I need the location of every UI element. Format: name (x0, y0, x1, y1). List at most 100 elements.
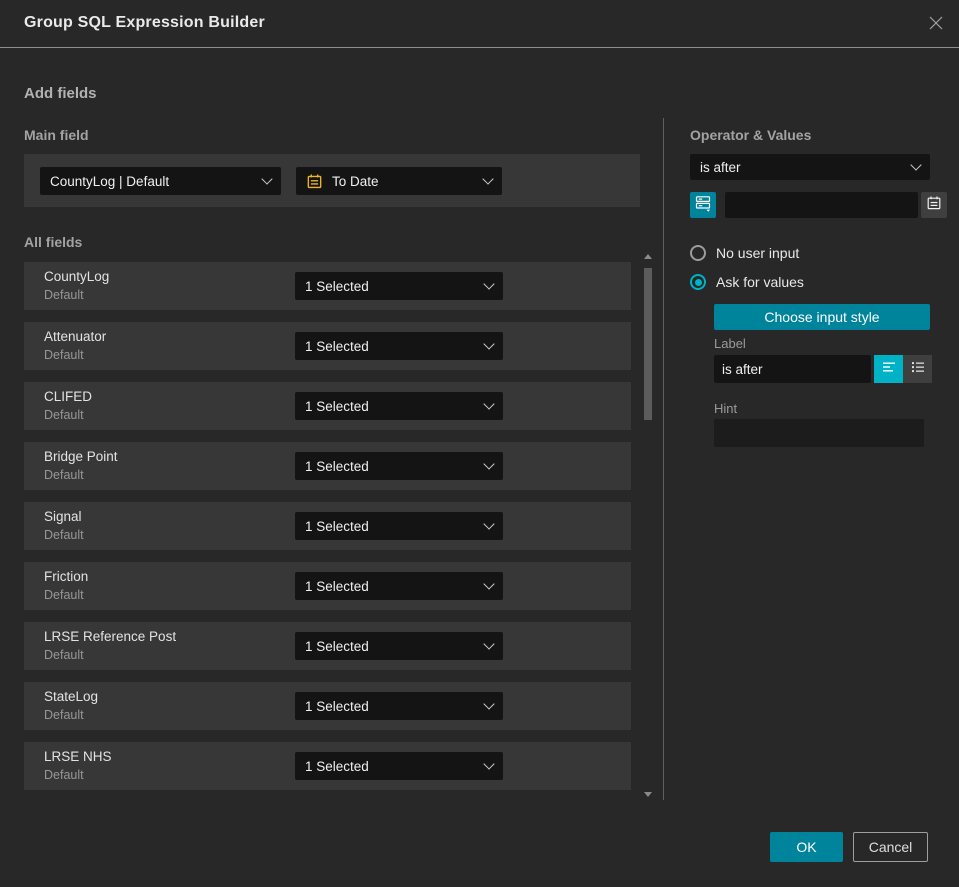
chevron-down-icon (483, 518, 495, 530)
field-row: StateLog Default 1 Selected (24, 682, 631, 730)
field-selected-dropdown[interactable]: 1 Selected (295, 632, 503, 660)
chevron-down-icon (482, 173, 494, 185)
bulleted-list-icon (910, 359, 926, 380)
all-fields-label: All fields (24, 234, 83, 250)
field-subtitle: Default (44, 588, 84, 602)
field-subtitle: Default (44, 408, 84, 422)
value-input[interactable] (725, 192, 918, 218)
field-selected-dropdown-label: 1 Selected (305, 638, 369, 654)
field-selected-dropdown[interactable]: 1 Selected (295, 752, 503, 780)
hint-field-label: Hint (714, 401, 738, 416)
title-bar: Group SQL Expression Builder (0, 0, 959, 48)
main-field-date-dropdown[interactable]: To Date (296, 167, 502, 195)
field-row: Friction Default 1 Selected (24, 562, 631, 610)
chevron-down-icon (483, 758, 495, 770)
radio-no-user-input[interactable]: No user input (690, 245, 799, 261)
chevron-down-icon (483, 698, 495, 710)
field-selected-dropdown-label: 1 Selected (305, 698, 369, 714)
field-name: LRSE NHS (44, 749, 112, 764)
scrollbar-thumb[interactable] (644, 268, 652, 420)
close-icon (927, 14, 945, 37)
field-subtitle: Default (44, 648, 84, 662)
field-name: LRSE Reference Post (44, 629, 177, 644)
operator-dropdown-label: is after (700, 159, 741, 175)
calendar-icon (926, 195, 942, 216)
group-sql-expression-builder-dialog: Group SQL Expression Builder Add fields … (0, 0, 959, 887)
label-row (714, 355, 932, 383)
field-row: Signal Default 1 Selected (24, 502, 631, 550)
field-selected-dropdown[interactable]: 1 Selected (295, 332, 503, 360)
cancel-button[interactable]: Cancel (853, 832, 928, 862)
field-subtitle: Default (44, 768, 84, 782)
field-row: CountyLog Default 1 Selected (24, 262, 631, 310)
list-scrollbar[interactable] (640, 250, 656, 802)
field-row: Bridge Point Default 1 Selected (24, 442, 631, 490)
stacked-values-icon (694, 194, 712, 217)
main-field-panel: CountyLog | Default To Date (24, 154, 640, 207)
list-style-toggle[interactable] (903, 355, 932, 383)
chevron-down-icon (483, 638, 495, 650)
input-style-toggle-group (874, 355, 932, 383)
calendar-icon (306, 173, 323, 190)
label-field-label: Label (714, 336, 746, 351)
radio-circle-icon (690, 245, 706, 261)
operator-values-label: Operator & Values (690, 127, 812, 143)
radio-ask-for-values[interactable]: Ask for values (690, 274, 804, 290)
field-row: LRSE Reference Post Default 1 Selected (24, 622, 631, 670)
field-row: Attenuator Default 1 Selected (24, 322, 631, 370)
field-selected-dropdown[interactable]: 1 Selected (295, 272, 503, 300)
scroll-up-arrow-icon[interactable] (644, 254, 652, 259)
field-selected-dropdown-label: 1 Selected (305, 338, 369, 354)
field-name: StateLog (44, 689, 99, 704)
field-row: LRSE NHS Default 1 Selected (24, 742, 631, 790)
field-selected-dropdown-label: 1 Selected (305, 278, 369, 294)
radio-no-user-input-label: No user input (716, 245, 800, 261)
main-field-source-dropdown[interactable]: CountyLog | Default (40, 167, 281, 195)
field-subtitle: Default (44, 468, 84, 482)
radio-circle-icon (690, 274, 706, 290)
field-row: CLIFED Default 1 Selected (24, 382, 631, 430)
chevron-down-icon (910, 159, 922, 171)
field-subtitle: Default (44, 708, 84, 722)
field-selected-dropdown-label: 1 Selected (305, 398, 369, 414)
label-input[interactable] (714, 355, 871, 383)
radio-ask-for-values-label: Ask for values (716, 274, 804, 290)
field-selected-dropdown[interactable]: 1 Selected (295, 512, 503, 540)
chevron-down-icon (483, 398, 495, 410)
calendar-picker-button[interactable] (921, 192, 947, 218)
single-line-style-toggle[interactable] (874, 355, 903, 383)
vertical-divider (663, 118, 664, 800)
chevron-down-icon (483, 458, 495, 470)
main-field-label: Main field (24, 127, 89, 143)
field-selected-dropdown[interactable]: 1 Selected (295, 572, 503, 600)
chevron-down-icon (483, 338, 495, 350)
scroll-down-arrow-icon[interactable] (644, 792, 652, 797)
field-selected-dropdown-label: 1 Selected (305, 518, 369, 534)
main-field-date-dropdown-label: To Date (332, 173, 379, 189)
ok-button[interactable]: OK (770, 832, 843, 862)
field-name: Bridge Point (44, 449, 118, 464)
choose-input-style-button[interactable]: Choose input style (714, 304, 930, 330)
field-name: Signal (44, 509, 82, 524)
align-left-icon (881, 359, 897, 380)
field-name: Attenuator (44, 329, 107, 344)
field-selected-dropdown-label: 1 Selected (305, 578, 369, 594)
field-subtitle: Default (44, 528, 84, 542)
hint-input[interactable] (714, 419, 924, 447)
add-fields-heading: Add fields (24, 85, 97, 102)
field-name: CountyLog (44, 269, 110, 284)
field-selected-dropdown[interactable]: 1 Selected (295, 452, 503, 480)
field-selected-dropdown[interactable]: 1 Selected (295, 392, 503, 420)
chevron-down-icon (483, 578, 495, 590)
chevron-down-icon (261, 173, 273, 185)
operator-dropdown[interactable]: is after (690, 154, 930, 180)
field-selected-dropdown-label: 1 Selected (305, 458, 369, 474)
close-button[interactable] (926, 15, 946, 35)
field-selected-dropdown-label: 1 Selected (305, 758, 369, 774)
field-subtitle: Default (44, 288, 84, 302)
field-selected-dropdown[interactable]: 1 Selected (295, 692, 503, 720)
main-field-source-dropdown-label: CountyLog | Default (50, 173, 170, 189)
field-name: Friction (44, 569, 89, 584)
all-fields-list: CountyLog Default 1 Selected Attenuator … (24, 262, 631, 802)
unique-values-button[interactable] (690, 192, 716, 218)
